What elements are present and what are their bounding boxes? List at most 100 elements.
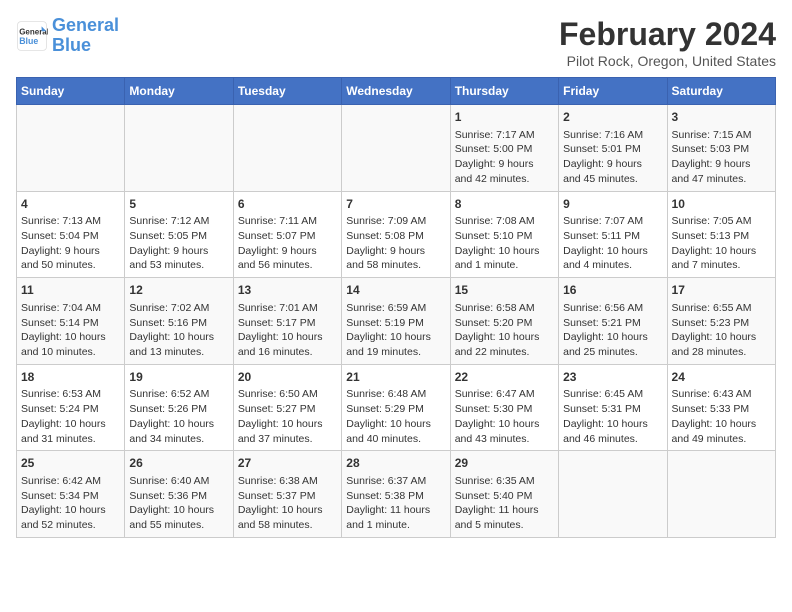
day-info: Sunrise: 6:59 AM Sunset: 5:19 PM Dayligh… [346, 301, 445, 360]
day-number: 25 [21, 455, 120, 472]
calendar-cell: 24Sunrise: 6:43 AM Sunset: 5:33 PM Dayli… [667, 364, 775, 451]
weekday-header-sunday: Sunday [17, 78, 125, 105]
weekday-header-wednesday: Wednesday [342, 78, 450, 105]
calendar-cell: 2Sunrise: 7:16 AM Sunset: 5:01 PM Daylig… [559, 105, 667, 192]
day-info: Sunrise: 7:09 AM Sunset: 5:08 PM Dayligh… [346, 214, 445, 273]
day-number: 26 [129, 455, 228, 472]
day-number: 5 [129, 196, 228, 213]
calendar-cell: 25 Sunrise: 6:42 AM Sunset: 5:34 PM Dayli… [17, 451, 125, 538]
day-number: 15 [455, 282, 554, 299]
day-number: 2 [563, 109, 662, 126]
calendar-cell: 3 Sunrise: 7:15 AM Sunset: 5:03 PM Daylig… [667, 105, 775, 192]
calendar-cell [667, 451, 775, 538]
main-title: February 2024 [559, 16, 776, 53]
day-info: Sunrise: 6:45 AM Sunset: 5:31 PM Dayligh… [563, 387, 662, 446]
day-number: 23 [563, 369, 662, 386]
subtitle: Pilot Rock, Oregon, United States [559, 53, 776, 69]
calendar-cell: 8Sunrise: 7:08 AM Sunset: 5:10 PM Daylig… [450, 191, 558, 278]
day-number: 27 [238, 455, 337, 472]
calendar-cell: 12Sunrise: 7:02 AM Sunset: 5:16 PM Dayli… [125, 278, 233, 365]
day-number: 20 [238, 369, 337, 386]
day-number: 18 [21, 369, 120, 386]
calendar-cell: 23Sunrise: 6:45 AM Sunset: 5:31 PM Dayli… [559, 364, 667, 451]
logo-icon: General Blue [16, 20, 48, 52]
calendar-cell: 14Sunrise: 6:59 AM Sunset: 5:19 PM Dayli… [342, 278, 450, 365]
calendar-cell: 13 Sunrise: 7:01 AM Sunset: 5:17 PM Dayli… [233, 278, 341, 365]
week-row-4: 18Sunrise: 6:53 AM Sunset: 5:24 PM Dayli… [17, 364, 776, 451]
day-number: 22 [455, 369, 554, 386]
weekday-header-thursday: Thursday [450, 78, 558, 105]
weekday-header-tuesday: Tuesday [233, 78, 341, 105]
week-row-1: 1 Sunrise: 7:17 AM Sunset: 5:00 PM Daylig… [17, 105, 776, 192]
weekday-header-friday: Friday [559, 78, 667, 105]
day-info: Sunrise: 6:43 AM Sunset: 5:33 PM Dayligh… [672, 387, 771, 446]
calendar-cell: 11Sunrise: 7:04 AM Sunset: 5:14 PM Dayli… [17, 278, 125, 365]
weekday-header-saturday: Saturday [667, 78, 775, 105]
logo-text: General Blue [52, 16, 119, 56]
logo: General Blue General Blue [16, 16, 119, 56]
calendar-cell: 17 Sunrise: 6:55 AM Sunset: 5:23 PM Dayli… [667, 278, 775, 365]
day-number: 16 [563, 282, 662, 299]
calendar-cell: 26 Sunrise: 6:40 AM Sunset: 5:36 PM Dayli… [125, 451, 233, 538]
day-number: 1 [455, 109, 554, 126]
svg-text:Blue: Blue [19, 36, 38, 46]
day-info: Sunrise: 6:50 AM Sunset: 5:27 PM Dayligh… [238, 387, 337, 446]
day-info: Sunrise: 7:07 AM Sunset: 5:11 PM Dayligh… [563, 214, 662, 273]
day-info: Sunrise: 7:13 AM Sunset: 5:04 PM Dayligh… [21, 214, 120, 273]
week-row-2: 4Sunrise: 7:13 AM Sunset: 5:04 PM Daylig… [17, 191, 776, 278]
day-info: Sunrise: 7:08 AM Sunset: 5:10 PM Dayligh… [455, 214, 554, 273]
calendar-cell [559, 451, 667, 538]
header: General Blue General Blue February 2024 … [16, 16, 776, 69]
calendar-cell: 28 Sunrise: 6:37 AM Sunset: 5:38 PM Dayli… [342, 451, 450, 538]
calendar-cell: 29 Sunrise: 6:35 AM Sunset: 5:40 PM Dayli… [450, 451, 558, 538]
day-info: Sunrise: 6:38 AM Sunset: 5:37 PM Dayligh… [238, 474, 337, 533]
day-info: Sunrise: 7:15 AM Sunset: 5:03 PM Dayligh… [672, 128, 771, 187]
day-number: 7 [346, 196, 445, 213]
day-number: 6 [238, 196, 337, 213]
day-info: Sunrise: 7:04 AM Sunset: 5:14 PM Dayligh… [21, 301, 120, 360]
calendar-cell: 6Sunrise: 7:11 AM Sunset: 5:07 PM Daylig… [233, 191, 341, 278]
calendar-cell: 4Sunrise: 7:13 AM Sunset: 5:04 PM Daylig… [17, 191, 125, 278]
day-number: 4 [21, 196, 120, 213]
calendar-cell: 16 Sunrise: 6:56 AM Sunset: 5:21 PM Dayli… [559, 278, 667, 365]
day-number: 29 [455, 455, 554, 472]
calendar-cell: 20Sunrise: 6:50 AM Sunset: 5:27 PM Dayli… [233, 364, 341, 451]
calendar-cell [17, 105, 125, 192]
weekday-header-row: SundayMondayTuesdayWednesdayThursdayFrid… [17, 78, 776, 105]
title-area: February 2024 Pilot Rock, Oregon, United… [559, 16, 776, 69]
calendar-cell: 5Sunrise: 7:12 AM Sunset: 5:05 PM Daylig… [125, 191, 233, 278]
calendar-cell [342, 105, 450, 192]
day-number: 13 [238, 282, 337, 299]
day-info: Sunrise: 6:47 AM Sunset: 5:30 PM Dayligh… [455, 387, 554, 446]
calendar-cell: 10Sunrise: 7:05 AM Sunset: 5:13 PM Dayli… [667, 191, 775, 278]
day-info: Sunrise: 6:37 AM Sunset: 5:38 PM Dayligh… [346, 474, 445, 533]
day-info: Sunrise: 6:55 AM Sunset: 5:23 PM Dayligh… [672, 301, 771, 360]
weekday-header-monday: Monday [125, 78, 233, 105]
week-row-3: 11Sunrise: 7:04 AM Sunset: 5:14 PM Dayli… [17, 278, 776, 365]
day-number: 8 [455, 196, 554, 213]
day-info: Sunrise: 7:05 AM Sunset: 5:13 PM Dayligh… [672, 214, 771, 273]
day-info: Sunrise: 7:02 AM Sunset: 5:16 PM Dayligh… [129, 301, 228, 360]
day-number: 10 [672, 196, 771, 213]
day-number: 17 [672, 282, 771, 299]
day-info: Sunrise: 6:56 AM Sunset: 5:21 PM Dayligh… [563, 301, 662, 360]
calendar-cell: 7Sunrise: 7:09 AM Sunset: 5:08 PM Daylig… [342, 191, 450, 278]
calendar-cell: 21Sunrise: 6:48 AM Sunset: 5:29 PM Dayli… [342, 364, 450, 451]
day-info: Sunrise: 6:40 AM Sunset: 5:36 PM Dayligh… [129, 474, 228, 533]
day-number: 21 [346, 369, 445, 386]
calendar-cell: 1 Sunrise: 7:17 AM Sunset: 5:00 PM Daylig… [450, 105, 558, 192]
day-info: Sunrise: 7:01 AM Sunset: 5:17 PM Dayligh… [238, 301, 337, 360]
day-number: 28 [346, 455, 445, 472]
calendar-cell: 19Sunrise: 6:52 AM Sunset: 5:26 PM Dayli… [125, 364, 233, 451]
day-number: 3 [672, 109, 771, 126]
day-info: Sunrise: 7:17 AM Sunset: 5:00 PM Dayligh… [455, 128, 554, 187]
day-info: Sunrise: 6:58 AM Sunset: 5:20 PM Dayligh… [455, 301, 554, 360]
day-info: Sunrise: 6:53 AM Sunset: 5:24 PM Dayligh… [21, 387, 120, 446]
day-info: Sunrise: 6:35 AM Sunset: 5:40 PM Dayligh… [455, 474, 554, 533]
day-info: Sunrise: 6:48 AM Sunset: 5:29 PM Dayligh… [346, 387, 445, 446]
calendar-cell: 18Sunrise: 6:53 AM Sunset: 5:24 PM Dayli… [17, 364, 125, 451]
calendar-cell: 22Sunrise: 6:47 AM Sunset: 5:30 PM Dayli… [450, 364, 558, 451]
calendar-table: SundayMondayTuesdayWednesdayThursdayFrid… [16, 77, 776, 538]
calendar-cell: 27 Sunrise: 6:38 AM Sunset: 5:37 PM Dayli… [233, 451, 341, 538]
day-info: Sunrise: 6:42 AM Sunset: 5:34 PM Dayligh… [21, 474, 120, 533]
